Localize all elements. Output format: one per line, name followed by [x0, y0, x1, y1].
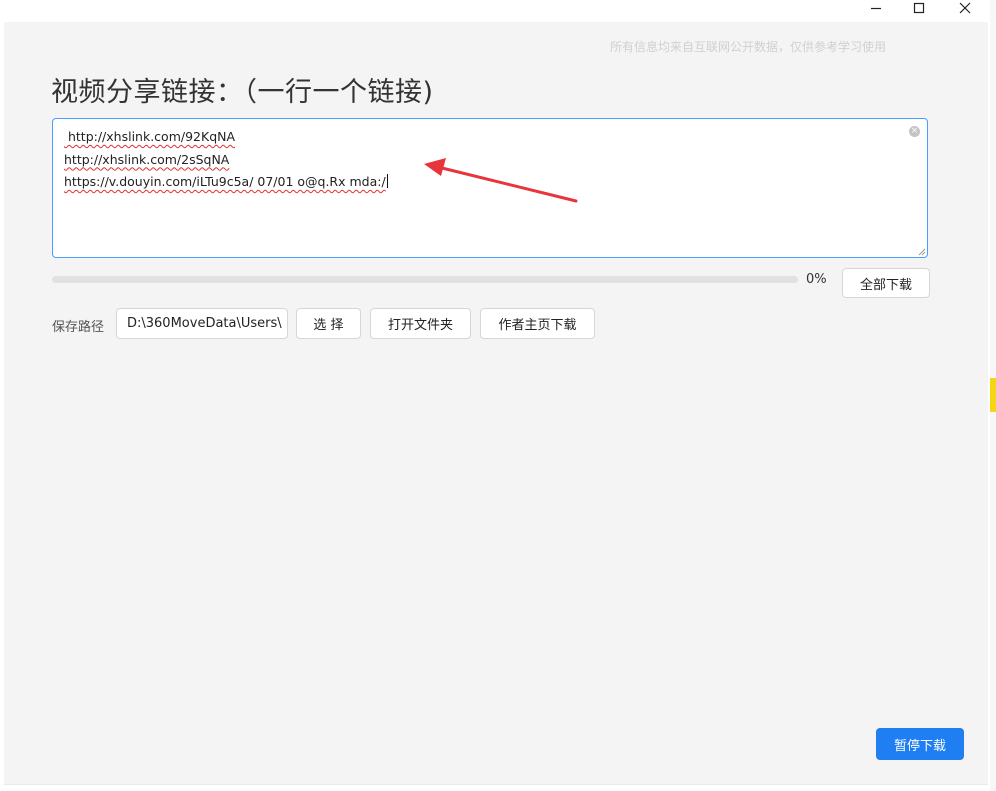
maximize-button[interactable] — [899, 0, 939, 16]
close-button[interactable] — [945, 0, 985, 16]
page-title: 视频分享链接：（一行一个链接) — [51, 77, 434, 108]
pause-download-button[interactable]: 暂停下载 — [876, 728, 964, 760]
links-content: http://xhslink.com/92KqNA http://xhslink… — [64, 126, 388, 194]
resize-grip-icon[interactable] — [918, 248, 926, 256]
save-path-input[interactable]: D:\360MoveData\Users\ — [116, 308, 288, 339]
clear-input-icon[interactable]: × — [909, 126, 920, 137]
maximize-icon — [913, 2, 925, 14]
close-icon — [959, 2, 971, 14]
text-caret — [386, 174, 388, 188]
open-folder-button[interactable]: 打开文件夹 — [370, 308, 471, 339]
download-all-button[interactable]: 全部下载 — [842, 268, 930, 298]
disclaimer-notice: 所有信息均来自互联网公开数据，仅供参考学习使用 — [610, 40, 887, 54]
download-progress-bar — [52, 276, 798, 283]
minimize-icon — [871, 7, 881, 10]
window-bottom-border — [4, 784, 988, 785]
author-page-download-button[interactable]: 作者主页下载 — [480, 308, 595, 339]
minimize-button[interactable] — [856, 0, 896, 16]
link-line: https://v.douyin.com/iLTu9c5a/ 07/01 o@q… — [64, 174, 386, 189]
background-highlight — [990, 378, 996, 412]
link-line-wrapper: https://v.douyin.com/iLTu9c5a/ 07/01 o@q… — [64, 171, 388, 194]
save-path-label: 保存路径 — [52, 320, 105, 335]
progress-percent: 0% — [806, 272, 827, 287]
links-textarea[interactable]: http://xhslink.com/92KqNA http://xhslink… — [52, 118, 928, 258]
link-line: http://xhslink.com/92KqNA — [64, 129, 236, 144]
link-line: http://xhslink.com/2sSqNA — [64, 151, 230, 167]
choose-button[interactable]: 选 择 — [296, 308, 361, 339]
